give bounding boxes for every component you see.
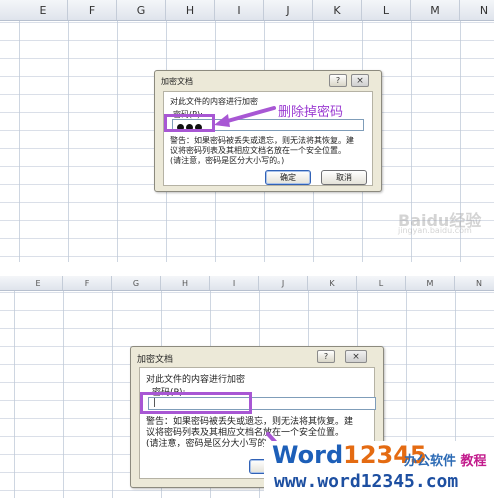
column-header-bar: E F G H I J K L M N	[0, 276, 494, 291]
ok-button[interactable]: 确定	[265, 170, 311, 185]
column-header[interactable]: G	[117, 0, 166, 20]
column-header[interactable]: H	[161, 276, 210, 290]
column-header[interactable]: F	[68, 0, 117, 20]
column-header[interactable]: H	[166, 0, 215, 20]
warning-line: (请注意，密码是区分大小写的。)	[170, 156, 285, 165]
dialog-title: 加密文档	[161, 77, 193, 86]
logo-cn-a: 办公软件	[404, 454, 457, 469]
column-header[interactable]: M	[406, 276, 455, 290]
column-header[interactable]: K	[308, 276, 357, 290]
column-header[interactable]: I	[210, 276, 259, 290]
help-button[interactable]: ?	[317, 350, 335, 363]
logo-word: Word	[272, 441, 344, 469]
top-screenshot: E F G H I J K L M N 加密文档 ? × 对此文件的内容进行加密…	[0, 0, 494, 262]
column-header[interactable]: G	[112, 276, 161, 290]
warning-line: (请注意，密码是区分大小写的。)	[146, 439, 275, 449]
column-header[interactable]: M	[411, 0, 460, 20]
group-label: 对此文件的内容进行加密	[146, 375, 246, 385]
column-header[interactable]: E	[14, 276, 63, 290]
column-header[interactable]: N	[455, 276, 494, 290]
callout-text: 删除掉密码	[278, 105, 344, 120]
close-button[interactable]: ×	[351, 74, 369, 87]
close-button[interactable]: ×	[345, 350, 367, 363]
baidu-watermark-url: jingyan.baidu.com	[398, 226, 472, 235]
column-header[interactable]: I	[215, 0, 264, 20]
dialog-title: 加密文档	[137, 355, 174, 365]
arrow-icon	[214, 106, 276, 127]
column-header[interactable]: E	[19, 0, 68, 20]
column-header[interactable]: L	[357, 276, 406, 290]
column-header[interactable]: J	[259, 276, 308, 290]
password-highlight-box	[140, 392, 252, 414]
column-header[interactable]: L	[362, 0, 411, 20]
logo-url: www.word12345.com	[274, 471, 459, 492]
column-header-bar: E F G H I J K L M N	[0, 0, 494, 21]
column-header[interactable]: J	[264, 0, 313, 20]
column-header[interactable]: K	[313, 0, 362, 20]
logo-cn-b: 教程	[460, 454, 487, 469]
word12345-logo: Word 12345 办公软件 教程 www.word12345.com	[264, 441, 494, 498]
password-highlight-box	[164, 114, 215, 132]
help-button[interactable]: ?	[329, 74, 347, 87]
column-header[interactable]: F	[63, 276, 112, 290]
column-header[interactable]: N	[460, 0, 494, 20]
cancel-button[interactable]: 取消	[321, 170, 367, 185]
